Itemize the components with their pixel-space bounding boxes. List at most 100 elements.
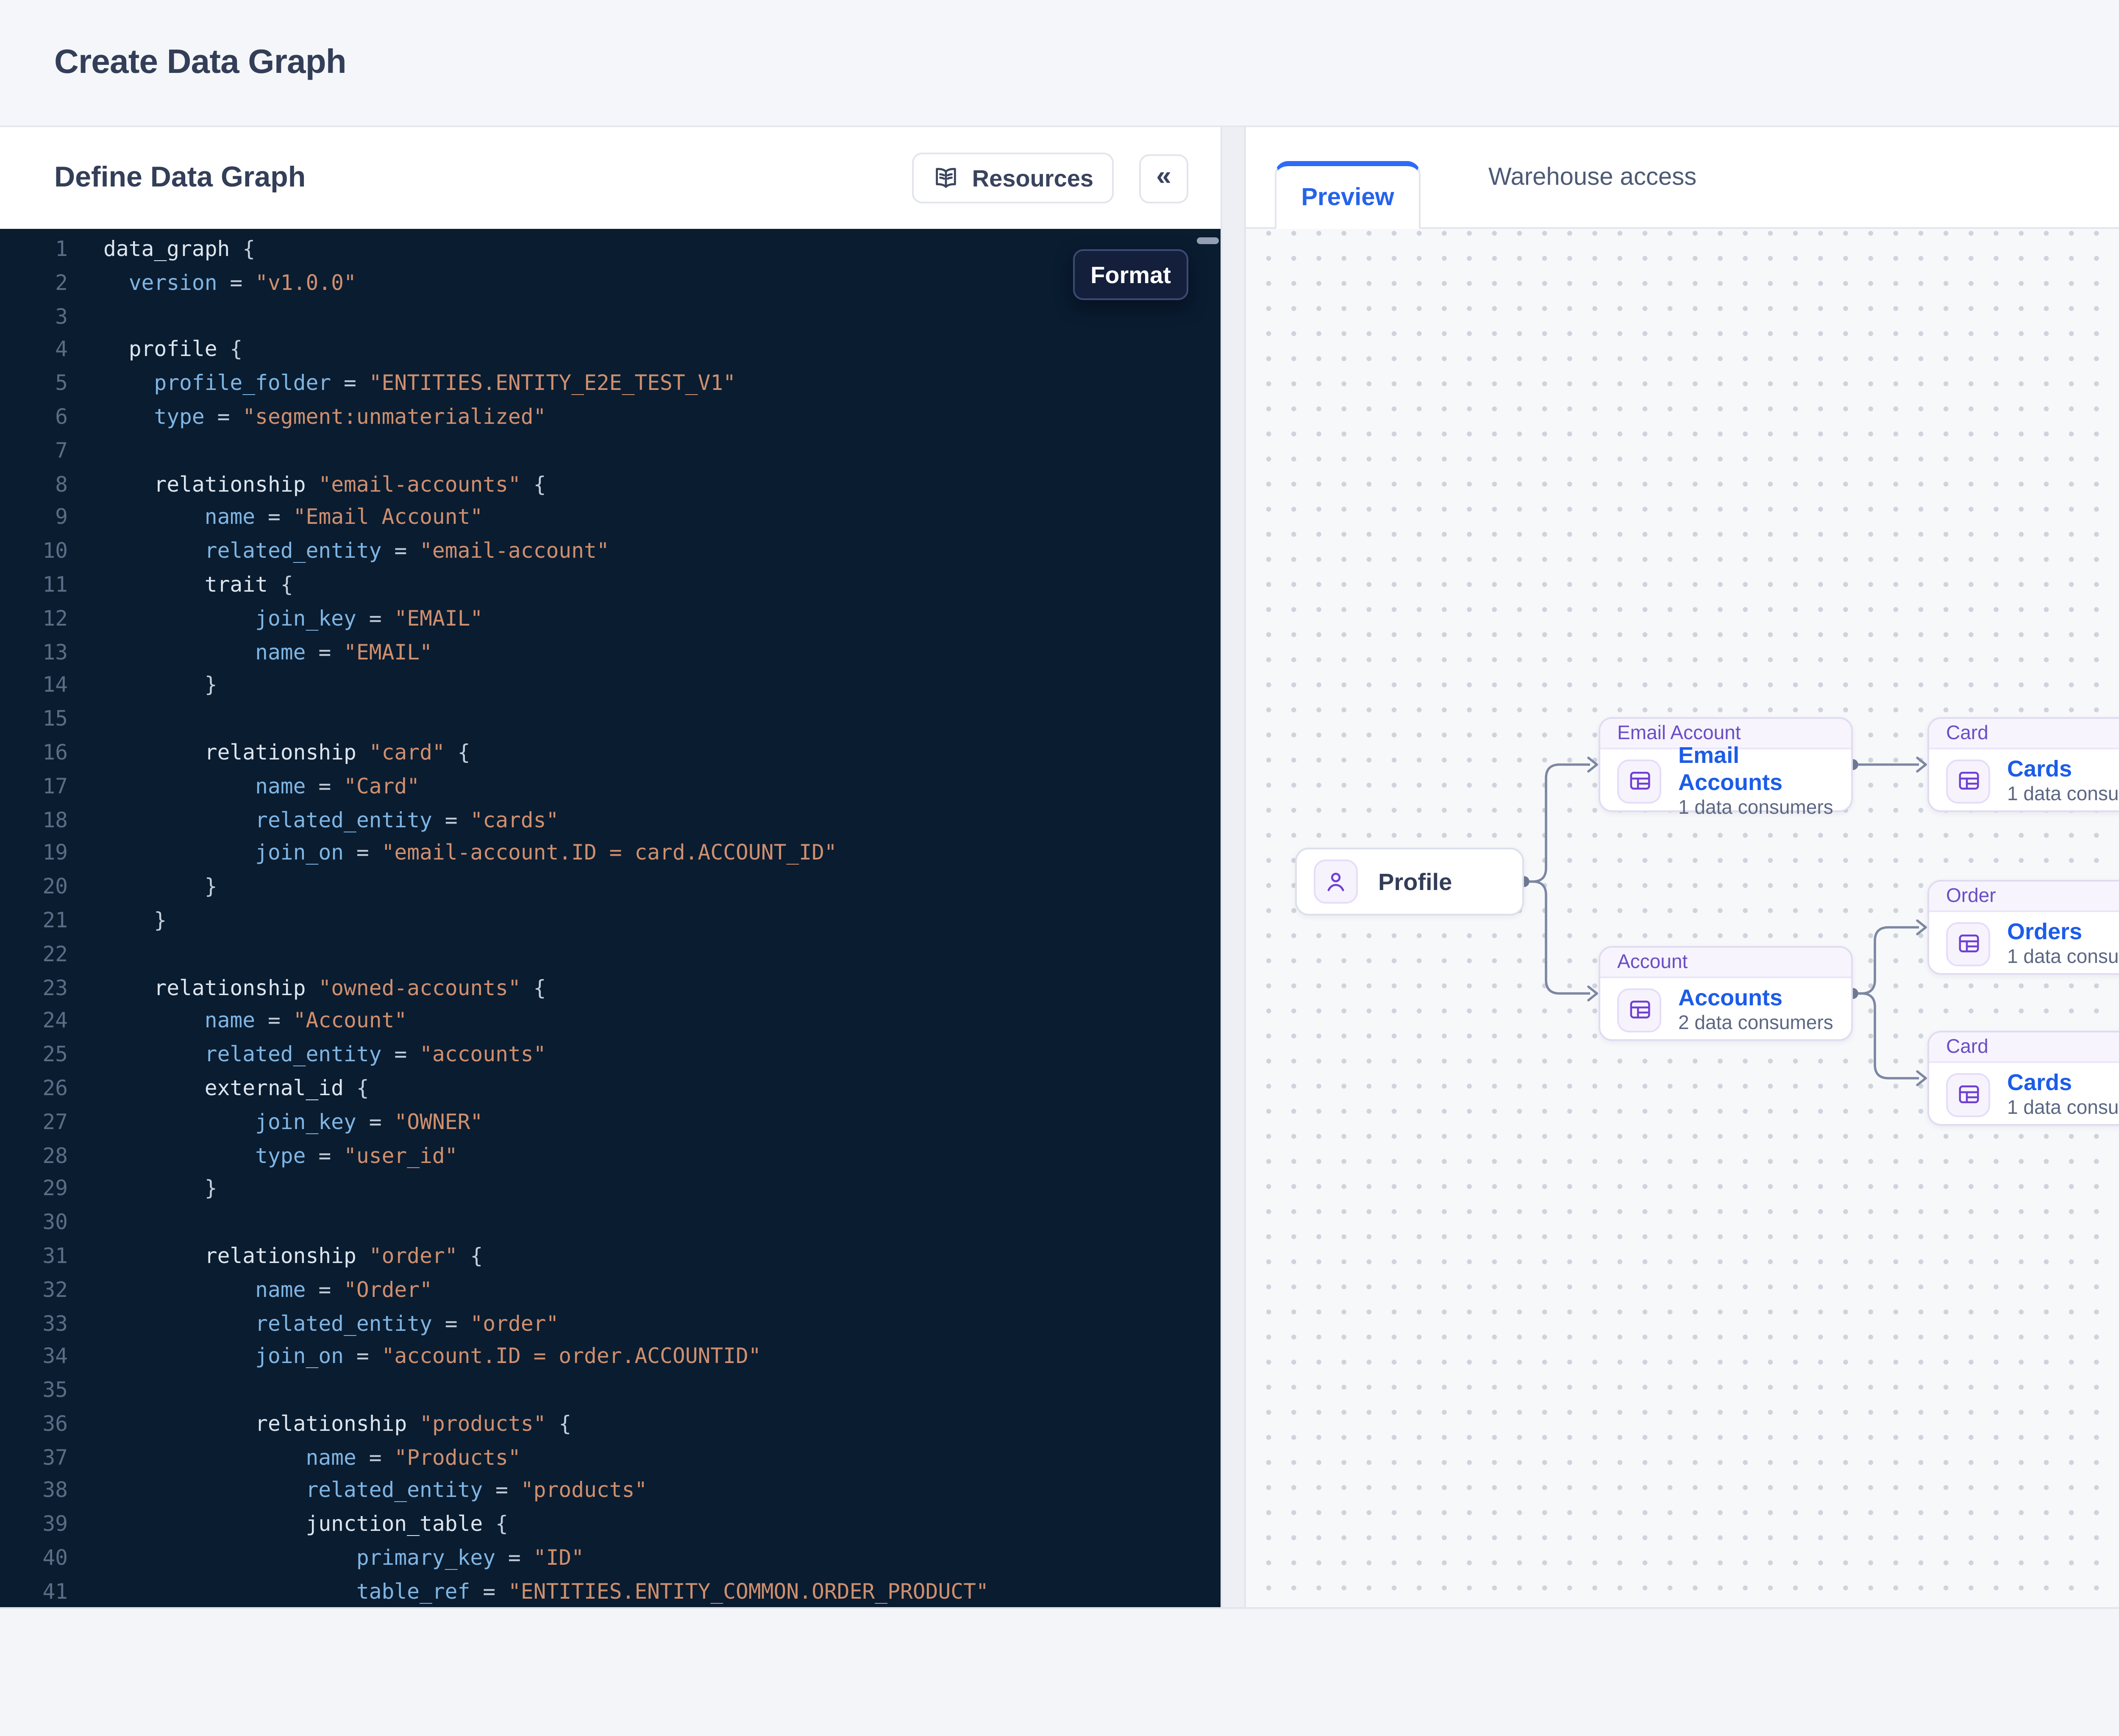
code-text: data_graph {: [68, 232, 255, 266]
collapse-panel-button[interactable]: «: [1139, 153, 1188, 203]
code-line: 5 profile_folder = "ENTITIES.ENTITY_E2E_…: [0, 367, 1221, 400]
line-number: 10: [0, 534, 68, 568]
graph-edge: [1524, 882, 1590, 993]
code-text: join_on = "account.ID = order.ACCOUNTID": [68, 1340, 761, 1373]
code-text: related_entity = "order": [68, 1306, 559, 1340]
app-header: Create Data Graph Cancel: [0, 0, 2119, 127]
line-number: 33: [0, 1306, 68, 1340]
code-text: }: [68, 1172, 217, 1205]
line-number: 41: [0, 1575, 68, 1608]
profile-node-label: Profile: [1378, 868, 1452, 895]
line-number: 2: [0, 266, 68, 299]
code-line: 25 related_entity = "accounts": [0, 1038, 1221, 1071]
code-text: name = "EMAIL": [68, 635, 432, 668]
entity-icon-box: [1617, 988, 1661, 1032]
entity-node-card-bottom[interactable]: Card Cards 1 data consumers: [1927, 1031, 2119, 1126]
line-number: 12: [0, 601, 68, 635]
profile-node[interactable]: Profile: [1295, 848, 1524, 915]
code-text: related_entity = "products": [68, 1474, 647, 1508]
user-icon: [1322, 868, 1349, 895]
graph-edge: [1853, 927, 1919, 993]
format-button[interactable]: Format: [1073, 249, 1188, 300]
edge-arrowhead: [1588, 987, 1597, 1000]
code-text: join_key = "EMAIL": [68, 601, 483, 635]
profile-icon-box: [1314, 860, 1358, 904]
code-text: [68, 434, 103, 467]
code-line: 17 name = "Card": [0, 769, 1221, 803]
line-number: 28: [0, 1138, 68, 1172]
code-text: related_entity = "email-account": [68, 534, 609, 568]
entity-header: Card: [1929, 719, 2119, 749]
footer-bar: Save: [0, 1607, 2119, 1736]
code-text: relationship "products" {: [68, 1407, 571, 1441]
graph-canvas[interactable]: + − ProfileEmail Acco: [1246, 229, 2119, 1607]
entity-title-link[interactable]: Orders: [2007, 918, 2119, 945]
entity-consumer-count: 1 data consumers: [2007, 1096, 2119, 1120]
code-text: [68, 1373, 103, 1407]
line-number: 40: [0, 1541, 68, 1575]
editor-scrollbar-thumb[interactable]: [1197, 237, 1219, 244]
code-text: profile {: [68, 333, 242, 367]
code-text: primary_key = "ID": [68, 1541, 584, 1575]
code-line: 31 relationship "order" {: [0, 1239, 1221, 1273]
code-line: 1data_graph {: [0, 232, 1221, 266]
code-line: 14 }: [0, 668, 1221, 702]
page-title: Create Data Graph: [54, 43, 346, 82]
code-line: 34 join_on = "account.ID = order.ACCOUNT…: [0, 1340, 1221, 1373]
line-number: 29: [0, 1172, 68, 1205]
code-text: join_key = "OWNER": [68, 1105, 483, 1138]
code-text: related_entity = "accounts": [68, 1038, 546, 1071]
entity-header: Account: [1600, 948, 1851, 978]
entity-header: Card: [1929, 1032, 2119, 1063]
code-line: 3: [0, 299, 1221, 333]
code-editor[interactable]: Format 1data_graph {2 version = "v1.0.0"…: [0, 229, 1221, 1607]
code-line: 39 junction_table {: [0, 1508, 1221, 1541]
entity-node-email-account[interactable]: Email Account Email Accounts 1 data cons…: [1599, 717, 1853, 812]
code-text: name = "Order": [68, 1273, 432, 1306]
code-text: relationship "owned-accounts" {: [68, 971, 546, 1004]
panel-title: Define Data Graph: [54, 161, 913, 195]
chevrons-left-icon: «: [1156, 162, 1171, 192]
entity-consumer-count: 2 data consumers: [1678, 1011, 1833, 1035]
code-line: 18 related_entity = "cards": [0, 803, 1221, 836]
code-line: 38 related_entity = "products": [0, 1474, 1221, 1508]
entity-header: Order: [1929, 882, 2119, 912]
line-number: 5: [0, 367, 68, 400]
code-line: 11 trait {: [0, 568, 1221, 601]
code-text: version = "v1.0.0": [68, 266, 356, 299]
tab-preview[interactable]: Preview: [1275, 161, 1421, 229]
entity-title-link[interactable]: Email Accounts: [1678, 742, 1834, 796]
tab-warehouse-access[interactable]: Warehouse access: [1458, 127, 1727, 227]
entity-icon-box: [1946, 921, 1990, 965]
left-panel-header: Define Data Graph Resources «: [0, 127, 1221, 229]
line-number: 9: [0, 501, 68, 534]
table-icon: [1627, 997, 1652, 1022]
line-number: 27: [0, 1105, 68, 1138]
table-icon: [1955, 931, 1981, 956]
code-text: name = "Email Account": [68, 501, 483, 534]
line-number: 6: [0, 400, 68, 434]
entity-consumer-count: 1 data consumers: [2007, 945, 2119, 969]
line-number: 13: [0, 635, 68, 668]
define-data-graph-panel: Define Data Graph Resources «: [0, 127, 1221, 1607]
line-number: 23: [0, 971, 68, 1004]
code-line: 32 name = "Order": [0, 1273, 1221, 1306]
edge-arrowhead: [1917, 921, 1926, 934]
edge-arrowhead: [1917, 758, 1926, 771]
entity-title-link[interactable]: Accounts: [1678, 984, 1833, 1011]
line-number: 19: [0, 836, 68, 870]
code-text: [68, 937, 103, 971]
entity-node-order[interactable]: Order Orders 1 data consumers: [1927, 880, 2119, 975]
entity-title-link[interactable]: Cards: [2007, 755, 2119, 782]
entity-icon-box: [1946, 759, 1990, 803]
code-text: relationship "email-accounts" {: [68, 467, 546, 501]
entity-title-link[interactable]: Cards: [2007, 1069, 2119, 1096]
code-text: name = "Products": [68, 1441, 521, 1474]
entity-node-account[interactable]: Account Accounts 2 data consumers: [1599, 946, 1853, 1041]
resources-button[interactable]: Resources: [913, 153, 1114, 203]
panel-resize-divider[interactable]: [1221, 127, 1246, 1607]
code-text: }: [68, 904, 167, 937]
line-number: 34: [0, 1340, 68, 1373]
code-line: 33 related_entity = "order": [0, 1306, 1221, 1340]
entity-node-card-top[interactable]: Card Cards 1 data consumer: [1927, 717, 2119, 812]
